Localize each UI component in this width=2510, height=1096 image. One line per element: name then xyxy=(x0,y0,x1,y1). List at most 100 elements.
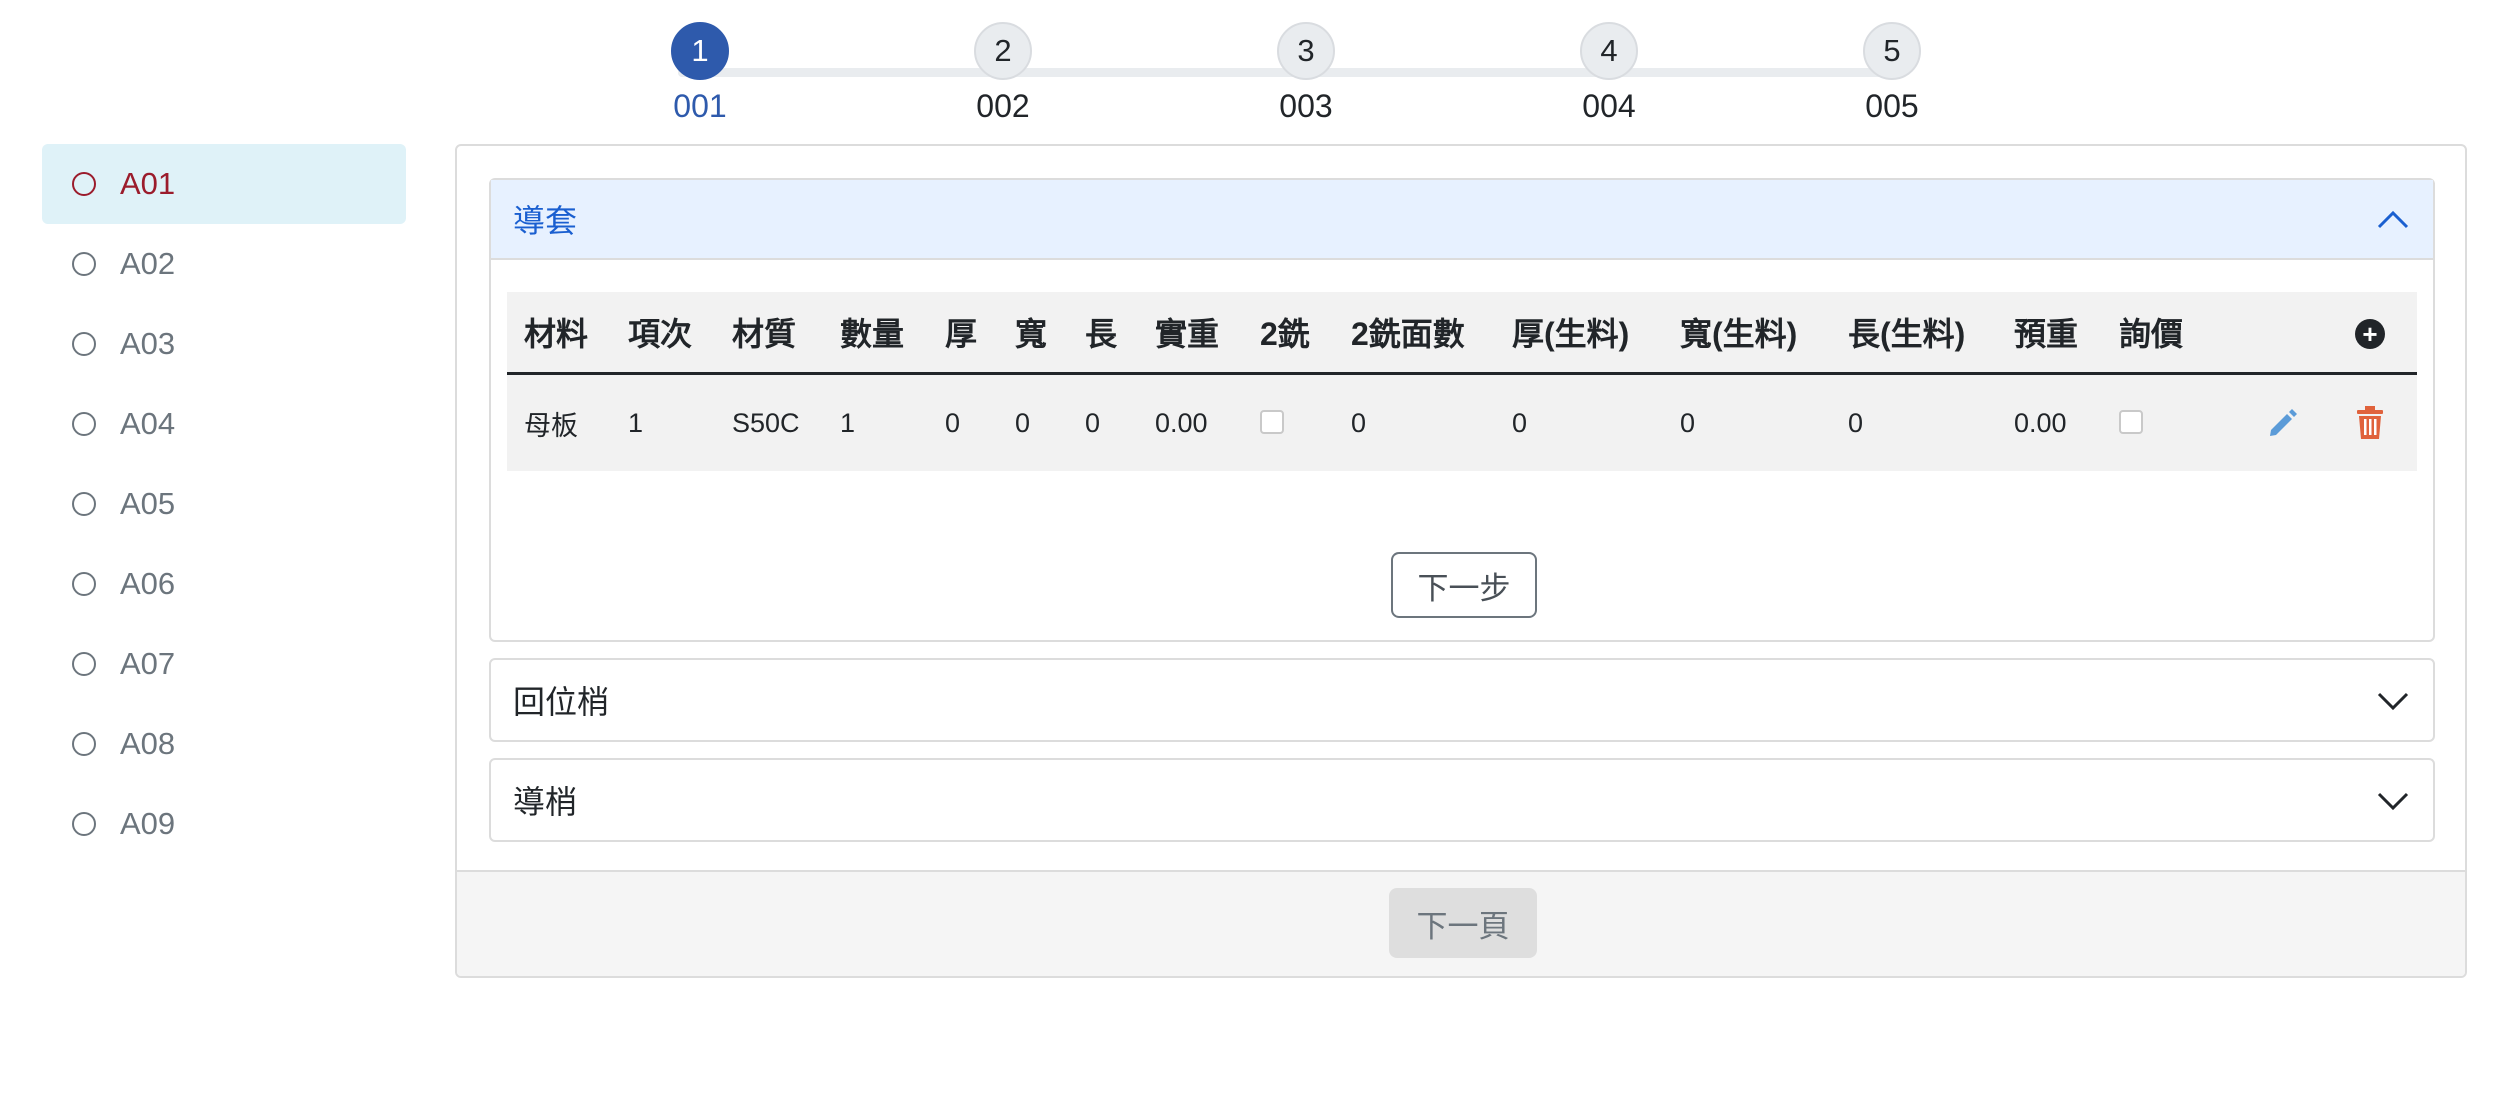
sidebar-item-a02[interactable]: A02 xyxy=(42,224,406,304)
sidebar-item-a09[interactable]: A09 xyxy=(42,784,406,864)
step-5[interactable]: 5 005 xyxy=(1832,22,1952,125)
trash-icon[interactable] xyxy=(2355,405,2385,441)
column-header: 長 xyxy=(1068,292,1138,375)
radio-icon[interactable] xyxy=(72,412,96,436)
column-header: 預重 xyxy=(1997,292,2102,375)
cell-delete xyxy=(2338,373,2417,471)
accordion-header[interactable]: 導梢 xyxy=(491,760,2433,840)
column-header: 實重 xyxy=(1138,292,1243,375)
column-header: 數量 xyxy=(823,292,928,375)
sidebar-item-label: A03 xyxy=(120,326,176,361)
step-label: 005 xyxy=(1865,88,1919,124)
column-header: 2銑面數 xyxy=(1334,292,1495,375)
accordion-title: 導梢 xyxy=(513,784,578,820)
cell-qty: 1 xyxy=(823,373,928,471)
accordion-panel-guide-pin: 導梢 xyxy=(489,758,2435,842)
cell-width: 0 xyxy=(998,373,1068,471)
next-page-button[interactable]: 下一頁 xyxy=(1389,888,1537,958)
sidebar-item-a05[interactable]: A05 xyxy=(42,464,406,544)
materials-table: 材料 項次 材質 數量 厚 寬 長 實重 2銑 2銑面數 厚(生料) 寬(生料)… xyxy=(507,292,2417,471)
accordion-title: 回位梢 xyxy=(513,684,610,720)
column-header: 寬 xyxy=(998,292,1068,375)
column-header: 寬(生料) xyxy=(1663,292,1831,375)
step-label: 001 xyxy=(673,88,727,124)
sidebar-item-a01[interactable]: A01 xyxy=(42,144,406,224)
pencil-icon[interactable] xyxy=(2265,406,2299,440)
sidebar-item-a03[interactable]: A03 xyxy=(42,304,406,384)
sidebar: A01 A02 A03 A04 A05 A06 A07 A08 A09 xyxy=(42,144,406,864)
main-card: 導套 材料 項次 材質 數量 厚 寬 長 實重 2銑 2銑面數 厚(生料) 寬(… xyxy=(455,144,2467,978)
inquiry-checkbox[interactable] xyxy=(2119,409,2143,434)
cell-mill2-faces: 0 xyxy=(1334,373,1495,471)
accordion-panel-guide-bushing: 導套 材料 項次 材質 數量 厚 寬 長 實重 2銑 2銑面數 厚(生料) 寬(… xyxy=(489,178,2435,642)
radio-icon[interactable] xyxy=(72,652,96,676)
sidebar-item-a06[interactable]: A06 xyxy=(42,544,406,624)
accordion-header[interactable]: 回位梢 xyxy=(491,660,2433,740)
column-header: 厚 xyxy=(928,292,998,375)
cell-est-weight: 0.00 xyxy=(1997,373,2102,471)
chevron-down-icon[interactable] xyxy=(2375,782,2411,818)
materials-table-wrapper: 材料 項次 材質 數量 厚 寬 長 實重 2銑 2銑面數 厚(生料) 寬(生料)… xyxy=(507,292,2417,471)
table-header-row: 材料 項次 材質 數量 厚 寬 長 實重 2銑 2銑面數 厚(生料) 寬(生料)… xyxy=(507,292,2417,375)
sidebar-item-label: A05 xyxy=(120,486,176,521)
table-row: 母板 1 S50C 1 0 0 0 0.00 0 0 0 0 0.00 xyxy=(507,373,2417,471)
next-step-button[interactable]: 下一步 xyxy=(1391,552,1537,618)
cell-grade: S50C xyxy=(715,373,823,471)
radio-icon[interactable] xyxy=(72,492,96,516)
radio-icon[interactable] xyxy=(72,812,96,836)
card-footer: 下一頁 xyxy=(457,870,2465,976)
cell-edit xyxy=(2248,373,2338,471)
chevron-up-icon[interactable] xyxy=(2375,201,2411,237)
cell-thickness: 0 xyxy=(928,373,998,471)
sidebar-item-label: A06 xyxy=(120,566,176,601)
step-circle[interactable]: 3 xyxy=(1277,22,1335,80)
step-label: 003 xyxy=(1279,88,1333,124)
cell-inquiry xyxy=(2102,373,2248,471)
column-header-empty xyxy=(2248,292,2338,375)
step-1[interactable]: 1 001 xyxy=(640,22,760,125)
cell-raw-width: 0 xyxy=(1663,373,1831,471)
column-header: 長(生料) xyxy=(1831,292,1997,375)
accordion-panel-return-pin: 回位梢 xyxy=(489,658,2435,742)
column-header: 項次 xyxy=(611,292,715,375)
column-header: 詢價 xyxy=(2102,292,2248,375)
step-circle[interactable]: 5 xyxy=(1863,22,1921,80)
sidebar-item-label: A09 xyxy=(120,806,176,841)
column-header: 厚(生料) xyxy=(1495,292,1663,375)
cell-mill2 xyxy=(1243,373,1334,471)
step-2[interactable]: 2 002 xyxy=(943,22,1063,125)
stepper: 1 001 2 002 3 003 4 004 5 005 xyxy=(640,22,1921,137)
mill2-checkbox[interactable] xyxy=(1260,409,1284,434)
sidebar-item-label: A02 xyxy=(120,246,176,281)
sidebar-item-label: A04 xyxy=(120,406,176,441)
sidebar-item-a08[interactable]: A08 xyxy=(42,704,406,784)
step-3[interactable]: 3 003 xyxy=(1246,22,1366,125)
radio-icon[interactable] xyxy=(72,732,96,756)
cell-actual-weight: 0.00 xyxy=(1138,373,1243,471)
step-label: 002 xyxy=(976,88,1030,124)
accordion-header[interactable]: 導套 xyxy=(491,180,2433,260)
column-header-add: + xyxy=(2338,292,2417,375)
sidebar-item-a07[interactable]: A07 xyxy=(42,624,406,704)
step-label: 004 xyxy=(1582,88,1636,124)
step-4[interactable]: 4 004 xyxy=(1549,22,1669,125)
radio-icon[interactable] xyxy=(72,172,96,196)
column-header: 2銑 xyxy=(1243,292,1334,375)
plus-circle-icon[interactable]: + xyxy=(2355,318,2385,349)
cell-length: 0 xyxy=(1068,373,1138,471)
accordion-title: 導套 xyxy=(513,203,578,239)
step-circle[interactable]: 4 xyxy=(1580,22,1638,80)
chevron-down-icon[interactable] xyxy=(2375,682,2411,718)
step-circle[interactable]: 1 xyxy=(671,22,729,80)
sidebar-item-label: A07 xyxy=(120,646,176,681)
cell-raw-thickness: 0 xyxy=(1495,373,1663,471)
radio-icon[interactable] xyxy=(72,332,96,356)
radio-icon[interactable] xyxy=(72,572,96,596)
step-circle[interactable]: 2 xyxy=(974,22,1032,80)
cell-material: 母板 xyxy=(507,373,611,471)
sidebar-item-label: A08 xyxy=(120,726,176,761)
sidebar-item-a04[interactable]: A04 xyxy=(42,384,406,464)
column-header: 材料 xyxy=(507,292,611,375)
radio-icon[interactable] xyxy=(72,252,96,276)
column-header: 材質 xyxy=(715,292,823,375)
